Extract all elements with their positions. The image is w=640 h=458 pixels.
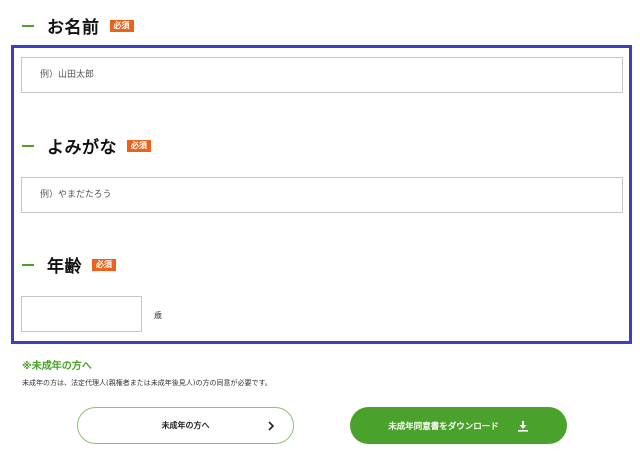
age-label: 年齢 bbox=[47, 257, 82, 277]
minor-note-title: ※未成年の方へ bbox=[22, 361, 92, 372]
required-badge: 必須 bbox=[127, 139, 151, 152]
age-input[interactable] bbox=[21, 296, 142, 332]
kana-input[interactable] bbox=[21, 177, 623, 213]
chevron-right-icon bbox=[268, 421, 275, 431]
name-label-row: お名前 必須 bbox=[22, 13, 134, 38]
name-label: お名前 bbox=[47, 18, 100, 38]
required-badge: 必須 bbox=[109, 19, 134, 32]
minor-info-button-label: 未成年の方へ bbox=[161, 421, 210, 430]
required-badge: 必須 bbox=[92, 258, 116, 271]
download-consent-button[interactable]: 未成年同意書をダウンロード bbox=[350, 407, 567, 444]
minor-info-button[interactable]: 未成年の方へ bbox=[77, 407, 294, 444]
minor-note-text: 未成年の方は、法定代理人(親権者または未成年後見人)の方の同意が必要です。 bbox=[22, 379, 272, 387]
kana-label: よみがな bbox=[47, 138, 117, 158]
section-dash bbox=[22, 24, 34, 27]
download-icon bbox=[517, 420, 528, 432]
age-label-row: 年齢 必須 bbox=[22, 252, 116, 277]
age-unit: 歳 bbox=[154, 311, 162, 320]
kana-label-row: よみがな 必須 bbox=[22, 133, 151, 158]
download-consent-button-label: 未成年同意書をダウンロード bbox=[388, 421, 499, 432]
section-dash bbox=[22, 263, 34, 266]
section-dash bbox=[22, 144, 34, 147]
name-input[interactable] bbox=[21, 57, 623, 93]
